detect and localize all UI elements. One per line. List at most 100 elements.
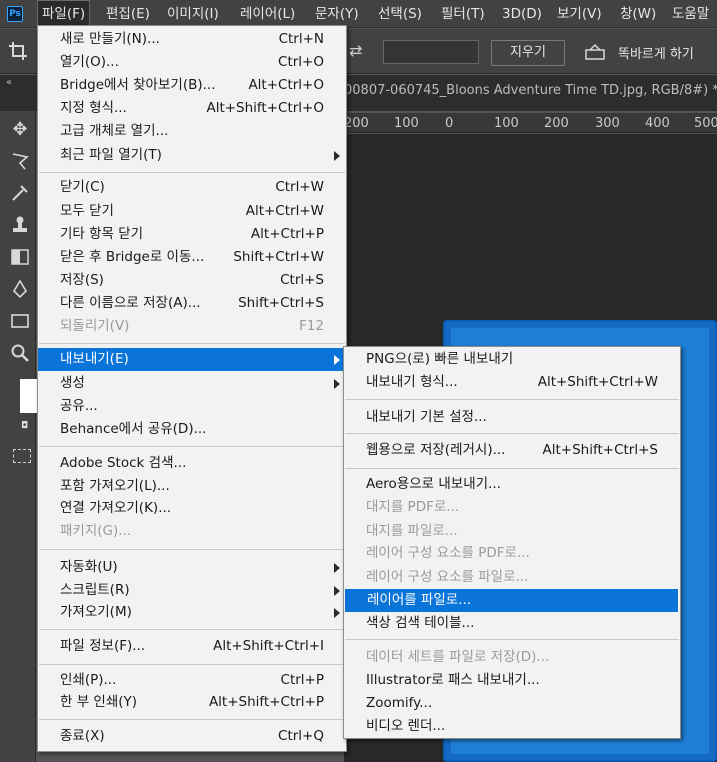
item-label: 스크립트(R) bbox=[60, 582, 130, 598]
export-menu-item[interactable]: PNG으(로) 빠른 내보내기 bbox=[344, 348, 680, 371]
default-colors-icon[interactable]: ◘ bbox=[21, 421, 28, 431]
item-label: Behance에서 공유(D)... bbox=[60, 421, 207, 437]
file-menu-item[interactable]: 자동화(U) bbox=[38, 556, 346, 579]
file-menu-item[interactable]: 최근 파일 열기(T) bbox=[38, 144, 346, 167]
item-label: Zoomify... bbox=[366, 695, 433, 711]
document-tab[interactable]: 00807-060745_Bloons Adventure Time TD.jp… bbox=[344, 83, 717, 98]
item-label: 저장(S) bbox=[60, 272, 104, 288]
item-label: 대지를 PDF로... bbox=[366, 499, 460, 515]
crop-tool-icon[interactable] bbox=[8, 41, 28, 61]
file-menu-item[interactable]: 닫은 후 Bridge로 이동... Shift+Ctrl+W bbox=[38, 246, 346, 269]
menu-select[interactable]: 선택(S) bbox=[378, 0, 422, 28]
item-label: 모두 닫기 bbox=[60, 203, 114, 219]
export-menu-item[interactable]: 웹용으로 저장(레거시)... Alt+Shift+Ctrl+S bbox=[344, 439, 680, 462]
file-menu-item[interactable]: 연결 가져오기(K)... bbox=[38, 497, 346, 520]
file-menu-item[interactable]: Behance에서 공유(D)... bbox=[38, 418, 346, 441]
quick-mask-icon[interactable] bbox=[13, 449, 31, 463]
file-menu-item[interactable]: 포함 가져오기(L)... bbox=[38, 475, 346, 498]
export-menu-item[interactable]: Zoomify... bbox=[344, 692, 680, 715]
ruler-tick: 500 bbox=[694, 116, 717, 131]
item-label: 내보내기 기본 설정... bbox=[366, 409, 487, 425]
file-menu-item[interactable]: 고급 개체로 열기... bbox=[38, 120, 346, 143]
export-menu-item[interactable]: Aero용으로 내보내기... bbox=[344, 473, 680, 496]
menu-edit[interactable]: 편집(E) bbox=[106, 0, 150, 28]
zoom-tool-icon[interactable] bbox=[9, 343, 31, 365]
file-menu-item[interactable]: 모두 닫기 Alt+Ctrl+W bbox=[38, 200, 346, 223]
file-menu-item[interactable]: 스크립트(R) bbox=[38, 579, 346, 602]
menu-3d[interactable]: 3D(D) bbox=[502, 0, 542, 28]
clear-button[interactable]: 지우기 bbox=[491, 40, 565, 66]
file-menu-item[interactable]: 지정 형식... Alt+Shift+Ctrl+O bbox=[38, 97, 346, 120]
stamp-tool-icon[interactable] bbox=[9, 215, 31, 237]
menu-separator bbox=[39, 343, 345, 344]
item-label: 고급 개체로 열기... bbox=[60, 123, 169, 139]
file-menu-item[interactable]: 공유... bbox=[38, 395, 346, 418]
item-label: 닫기(C) bbox=[60, 179, 105, 195]
file-menu-item[interactable]: 가져오기(M) bbox=[38, 601, 346, 624]
item-label: 파일 정보(F)... bbox=[60, 638, 146, 654]
item-shortcut: Ctrl+W bbox=[275, 179, 324, 195]
item-label: Illustrator로 패스 내보내기... bbox=[366, 672, 540, 688]
menu-layer[interactable]: 레이어(L) bbox=[240, 0, 295, 28]
item-label: 포함 가져오기(L)... bbox=[60, 478, 170, 494]
export-menu-item[interactable]: 내보내기 기본 설정... bbox=[344, 406, 680, 429]
lasso-tool-icon[interactable] bbox=[9, 151, 31, 173]
item-label: 인쇄(P)... bbox=[60, 672, 117, 688]
file-menu-item[interactable]: 생성 bbox=[38, 372, 346, 395]
file-menu-item: 되돌리기(V) F12 bbox=[38, 315, 346, 338]
file-menu-item[interactable]: 파일 정보(F)... Alt+Shift+Ctrl+I bbox=[38, 635, 346, 658]
menu-separator bbox=[39, 629, 345, 630]
export-menu-item: 레이어 구성 요소를 파일로... bbox=[344, 566, 680, 589]
file-menu-item[interactable]: Bridge에서 찾아보기(B)... Alt+Ctrl+O bbox=[38, 74, 346, 97]
pen-tool-icon[interactable] bbox=[9, 279, 31, 301]
export-menu-item[interactable]: Illustrator로 패스 내보내기... bbox=[344, 669, 680, 692]
file-menu-item[interactable]: 새로 만들기(N)... Ctrl+N bbox=[38, 28, 346, 51]
collapse-panel-icon[interactable]: « bbox=[6, 77, 12, 88]
export-menu-item-layers-to-files[interactable]: 레이어를 파일로... bbox=[345, 589, 678, 612]
eyedropper-tool-icon[interactable] bbox=[9, 183, 31, 205]
file-menu-item-export[interactable]: 내보내기(E) bbox=[38, 348, 346, 371]
straighten-label: 똑바르게 하기 bbox=[618, 47, 694, 62]
menu-separator bbox=[39, 664, 345, 665]
file-menu-item[interactable]: 열기(O)... Ctrl+O bbox=[38, 51, 346, 74]
item-label: 레이어 구성 요소를 PDF로... bbox=[366, 545, 530, 561]
menu-file[interactable]: 파일(F) bbox=[37, 0, 91, 28]
straighten-icon[interactable] bbox=[584, 43, 606, 61]
file-menu-item[interactable]: 종료(X) Ctrl+Q bbox=[38, 725, 346, 748]
export-menu-item: 대지를 PDF로... bbox=[344, 496, 680, 519]
item-label: PNG으(로) 빠른 내보내기 bbox=[366, 351, 514, 367]
menu-separator bbox=[39, 719, 345, 720]
menu-image[interactable]: 이미지(I) bbox=[167, 0, 219, 28]
ruler-tick: 400 bbox=[645, 116, 670, 131]
menu-window[interactable]: 창(W) bbox=[620, 0, 656, 28]
file-menu-item[interactable]: 한 부 인쇄(Y) Alt+Shift+Ctrl+P bbox=[38, 691, 346, 714]
ratio-field[interactable] bbox=[383, 40, 479, 64]
file-menu-item[interactable]: Adobe Stock 검색... bbox=[38, 452, 346, 475]
swap-icon[interactable]: ⇄ bbox=[349, 41, 362, 60]
file-menu-item[interactable]: 저장(S) Ctrl+S bbox=[38, 269, 346, 292]
export-menu-item[interactable]: 내보내기 형식... Alt+Shift+Ctrl+W bbox=[344, 371, 680, 394]
item-label: 비디오 렌더... bbox=[366, 718, 446, 734]
file-menu-item: 패키지(G)... bbox=[38, 520, 346, 543]
photoshop-logo: Ps bbox=[7, 6, 23, 22]
gradient-tool-icon[interactable] bbox=[9, 247, 31, 269]
rectangle-tool-icon[interactable] bbox=[9, 311, 31, 333]
menu-view[interactable]: 보기(V) bbox=[557, 0, 602, 28]
file-menu-item[interactable]: 다른 이름으로 저장(A)... Shift+Ctrl+S bbox=[38, 292, 346, 315]
item-shortcut: F12 bbox=[299, 318, 324, 334]
menu-filter[interactable]: 필터(T) bbox=[441, 0, 485, 28]
menu-type[interactable]: 문자(Y) bbox=[315, 0, 359, 28]
move-tool-icon[interactable]: ✥ bbox=[9, 119, 31, 141]
menu-help[interactable]: 도움말 bbox=[672, 0, 709, 28]
file-menu-item[interactable]: 인쇄(P)... Ctrl+P bbox=[38, 669, 346, 692]
file-menu-item[interactable]: 기타 항목 닫기 Alt+Ctrl+P bbox=[38, 223, 346, 246]
foreground-color-swatch[interactable] bbox=[20, 379, 38, 413]
item-label: 레이어를 파일로... bbox=[367, 592, 472, 608]
export-menu-item[interactable]: 비디오 렌더... bbox=[344, 715, 680, 738]
submenu-arrow-icon bbox=[334, 563, 340, 573]
item-label: 새로 만들기(N)... bbox=[60, 31, 160, 47]
ruler-tick: 300 bbox=[595, 116, 620, 131]
export-menu-item[interactable]: 색상 검색 테이블... bbox=[344, 612, 680, 635]
item-label: 최근 파일 열기(T) bbox=[60, 147, 162, 163]
file-menu-item[interactable]: 닫기(C) Ctrl+W bbox=[38, 176, 346, 199]
